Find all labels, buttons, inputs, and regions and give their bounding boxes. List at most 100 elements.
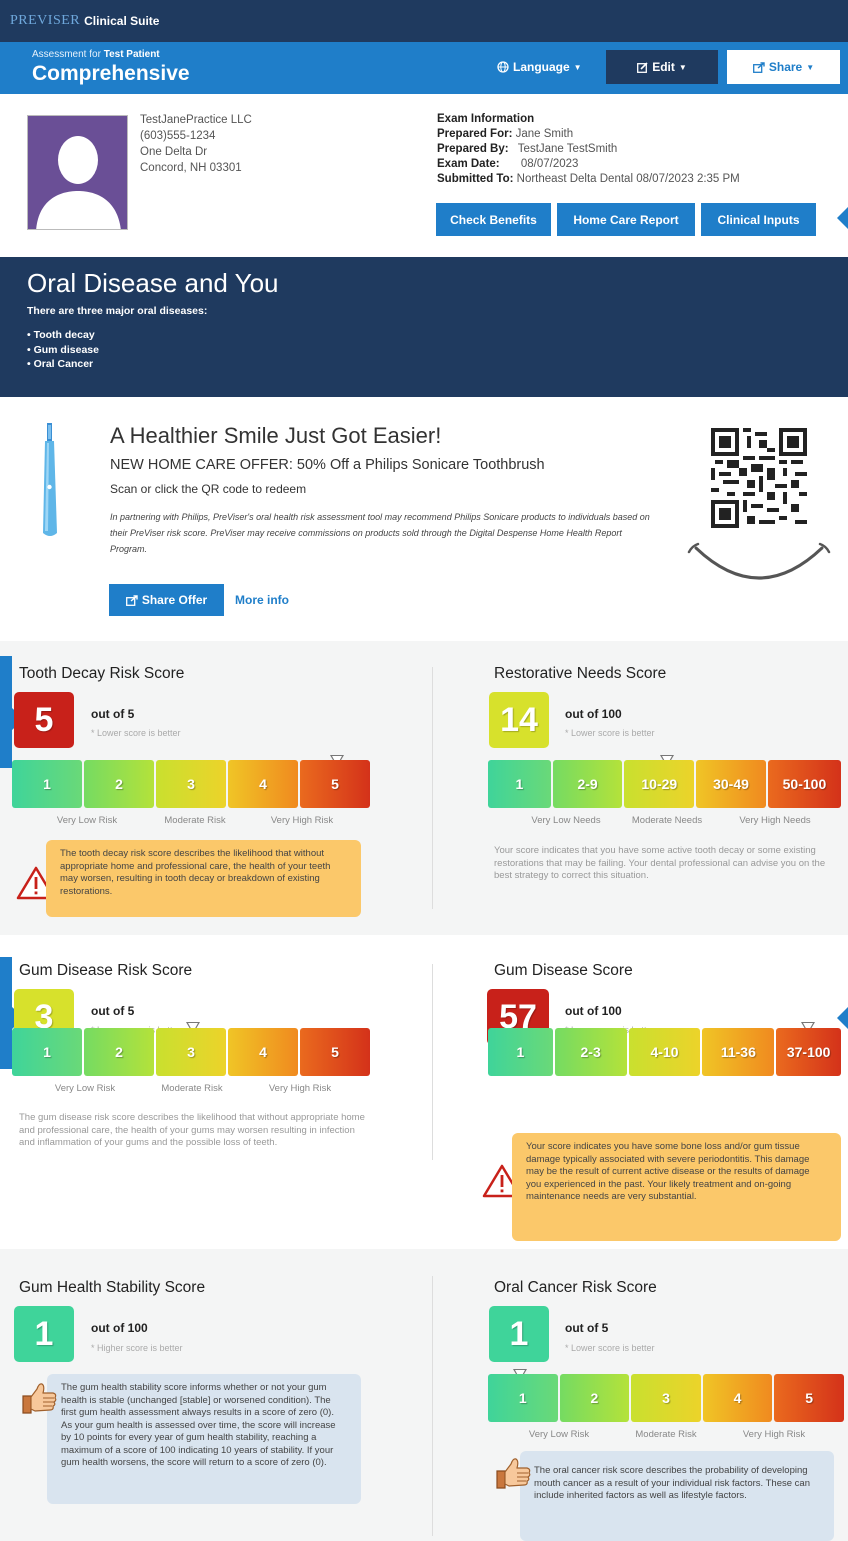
- gum-stability-outof: out of 100: [91, 1321, 148, 1335]
- scale-segment: 4: [228, 1028, 298, 1076]
- gum-risk-outof: out of 5: [91, 1004, 135, 1018]
- scale-segment: 2: [559, 1374, 630, 1422]
- scale-segment: 3: [156, 760, 226, 808]
- scale-label: Very High Risk: [268, 1083, 332, 1094]
- share-offer-button[interactable]: Share Offer: [109, 584, 224, 616]
- language-label: Language: [513, 60, 570, 74]
- chevron-down-icon: ▼: [678, 62, 687, 72]
- scale-segment: 2: [84, 760, 154, 808]
- promo-title: A Healthier Smile Just Got Easier!: [110, 423, 442, 448]
- exam-value: 08/07/2023: [520, 158, 579, 170]
- smile-curve-icon: [687, 542, 831, 580]
- scale-label: Moderate Needs: [631, 815, 703, 826]
- restorative-outof: out of 100: [565, 707, 622, 721]
- restorative-note: * Lower score is better: [565, 728, 655, 738]
- oral-cancer-score: 1: [489, 1306, 549, 1362]
- scale-label: Moderate Risk: [635, 1429, 697, 1440]
- scale-segment: 2-9: [552, 760, 623, 808]
- oral-cancer-scale: 1 2 3 4 5: [488, 1374, 844, 1422]
- section-divider: [432, 1276, 433, 1536]
- scale-label: Very High Risk: [742, 1429, 806, 1440]
- section-divider: [432, 667, 433, 909]
- exam-label: Submitted To:: [437, 173, 514, 185]
- thumbs-up-icon: [22, 1383, 57, 1414]
- app-logo[interactable]: PREVISER: [10, 13, 80, 29]
- exam-label: Prepared By:: [437, 143, 509, 155]
- scale-label: Moderate Risk: [161, 1083, 223, 1094]
- scale-segment: 50-100: [767, 760, 842, 808]
- scale-label: Very Low Needs: [531, 815, 601, 826]
- app-suite-name: Clinical Suite: [84, 14, 160, 28]
- more-info-link[interactable]: More info: [235, 593, 289, 607]
- scale-label: Very Low Risk: [528, 1429, 590, 1440]
- restorative-scale: 1 2-9 10-29 30-49 50-100: [488, 760, 842, 808]
- practice-phone: (603)555-1234: [140, 130, 216, 142]
- chevron-down-icon: ▼: [573, 62, 582, 72]
- side-panel-arrow[interactable]: [837, 207, 848, 229]
- oral-disease-banner: Oral Disease and You There are three maj…: [0, 257, 848, 397]
- tooth-decay-score: 5: [14, 692, 74, 748]
- language-dropdown[interactable]: Language ▼: [497, 60, 582, 74]
- gum-stability-note: * Higher score is better: [91, 1343, 183, 1353]
- exam-label: Exam Date:: [437, 158, 500, 170]
- promo-offer: NEW HOME CARE OFFER: 50% Off a Philips S…: [110, 457, 545, 473]
- gum-stability-score: 1: [14, 1306, 74, 1362]
- practice-address-line2: Concord, NH 03301: [140, 162, 242, 174]
- scale-segment: 1: [488, 760, 551, 808]
- practice-address-line1: One Delta Dr: [140, 146, 208, 158]
- list-item: • Oral Cancer: [27, 358, 94, 370]
- oral-disease-title: Oral Disease and You: [27, 268, 279, 298]
- check-benefits-button[interactable]: Check Benefits: [436, 203, 551, 236]
- scale-segment: 1: [488, 1028, 553, 1076]
- oral-cancer-title: Oral Cancer Risk Score: [494, 1279, 657, 1296]
- action-buttons: Check Benefits Home Care Report Clinical…: [436, 203, 816, 236]
- share-icon: [125, 594, 138, 606]
- scale-segment: 5: [774, 1374, 844, 1422]
- exam-label: Prepared For:: [437, 128, 513, 140]
- scale-segment: 1: [488, 1374, 558, 1422]
- side-panel-arrow[interactable]: [837, 1007, 848, 1029]
- qr-code-icon[interactable]: [711, 428, 807, 528]
- scale-segment: 2-3: [554, 1028, 627, 1076]
- oral-disease-list: • Tooth decay • Gum disease • Oral Cance…: [27, 328, 99, 372]
- gum-disease-title: Gum Disease Score: [494, 962, 633, 979]
- side-tab-marker[interactable]: [0, 656, 12, 768]
- tooth-decay-title: Tooth Decay Risk Score: [19, 665, 185, 682]
- scale-label: Very Low Risk: [56, 815, 118, 826]
- scale-segment: 10-29: [624, 760, 695, 808]
- edit-button[interactable]: Edit ▼: [606, 50, 718, 84]
- scale-segment: 30-49: [696, 760, 766, 808]
- tooth-decay-scale: 1 2 3 4 5: [12, 760, 370, 808]
- scale-segment: 5: [300, 1028, 370, 1076]
- gum-disease-outof: out of 100: [565, 1004, 622, 1018]
- restorative-score: 14: [489, 692, 549, 748]
- scale-segment: 3: [156, 1028, 226, 1076]
- practice-name: TestJanePractice LLC: [140, 114, 252, 126]
- share-button[interactable]: Share ▼: [727, 50, 840, 84]
- gum-risk-title: Gum Disease Risk Score: [19, 962, 193, 979]
- scale-label: Very Low Risk: [54, 1083, 116, 1094]
- home-care-report-button[interactable]: Home Care Report: [557, 203, 695, 236]
- tooth-decay-note: * Lower score is better: [91, 728, 181, 738]
- scale-segment: 11-36: [702, 1028, 775, 1076]
- section-divider: [432, 964, 433, 1160]
- promo-description: In partnering with Philips, PreViser's o…: [110, 512, 650, 554]
- gum-risk-description: The gum disease risk score describes the…: [19, 1112, 365, 1148]
- oral-cancer-description: The oral cancer risk score describes the…: [520, 1451, 834, 1541]
- oral-disease-subtitle: There are three major oral diseases:: [27, 305, 208, 317]
- globe-icon: [497, 61, 509, 73]
- exam-information: Exam Information Prepared For: Jane Smit…: [437, 112, 740, 187]
- restorative-description: Your score indicates that you have some …: [494, 845, 826, 881]
- gum-disease-description: Your score indicates you have some bone …: [512, 1133, 841, 1241]
- chevron-down-icon: ▼: [806, 62, 815, 72]
- share-label: Share: [768, 60, 803, 74]
- clinical-inputs-button[interactable]: Clinical Inputs: [701, 203, 816, 236]
- practice-info: TestJanePractice LLC (603)555-1234 One D…: [140, 112, 252, 176]
- edit-label: Edit: [652, 60, 675, 74]
- toothbrush-icon: [43, 423, 57, 536]
- restorative-title: Restorative Needs Score: [494, 665, 667, 682]
- side-tab-marker[interactable]: [0, 957, 12, 1069]
- scale-label: Very High Risk: [270, 815, 334, 826]
- edit-icon: [637, 61, 648, 73]
- tooth-decay-outof: out of 5: [91, 707, 135, 721]
